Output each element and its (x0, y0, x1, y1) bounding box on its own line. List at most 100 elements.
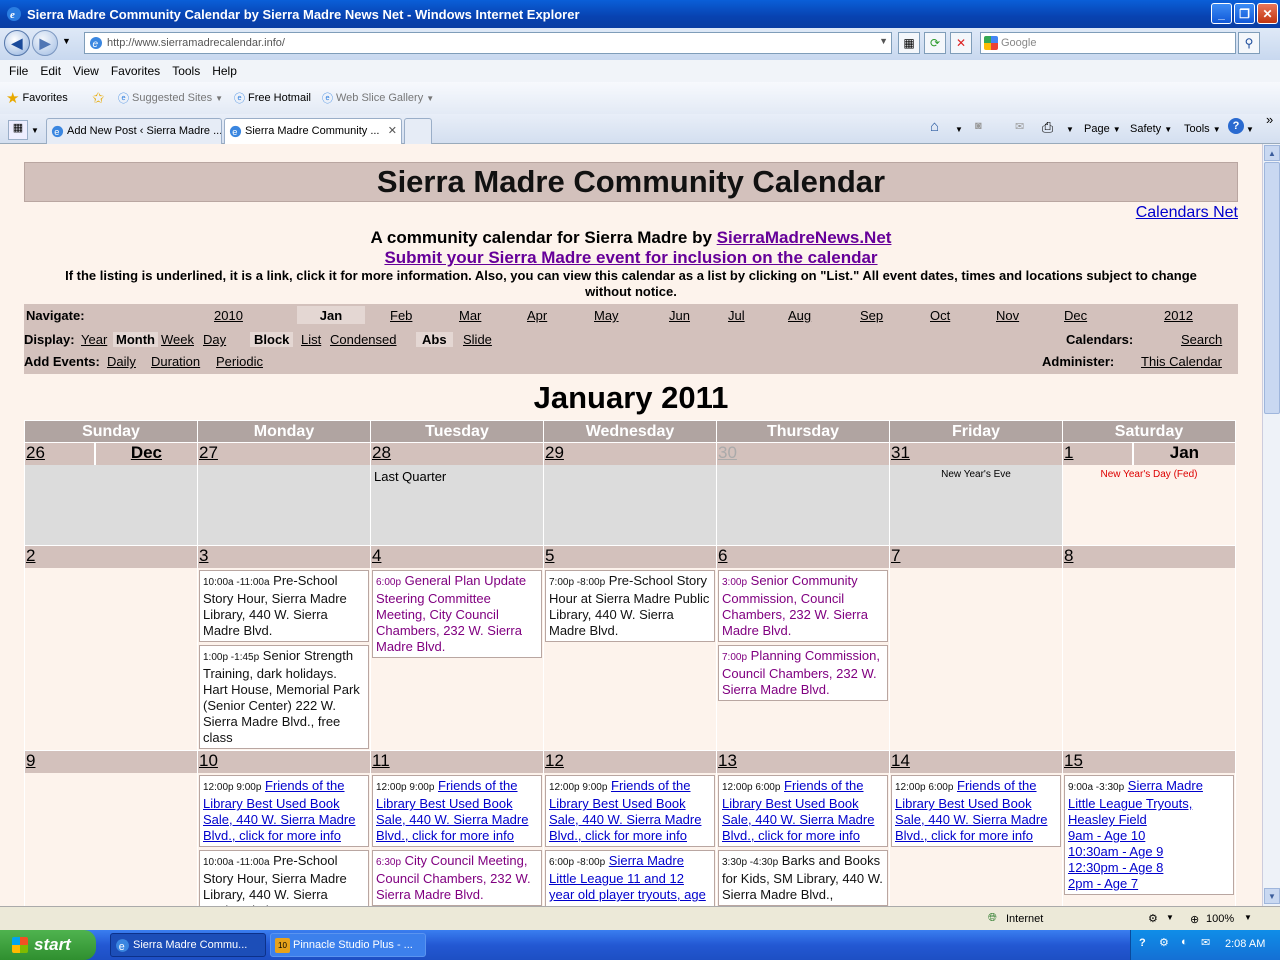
protected-mode-icon[interactable]: ⚙ (1148, 912, 1158, 925)
day-number-link[interactable]: 13 (718, 751, 737, 770)
year-prev-link[interactable]: 2010 (214, 308, 243, 323)
clock[interactable]: 2:08 AM (1225, 938, 1265, 950)
menu-view[interactable]: View (73, 64, 99, 78)
add-favorite-button[interactable]: ✩ (92, 89, 105, 107)
add-periodic-link[interactable]: Periodic (216, 354, 263, 369)
close-tab-icon[interactable]: ✕ (388, 124, 397, 137)
menu-help[interactable]: Help (212, 64, 237, 78)
stop-button[interactable]: ✕ (950, 32, 972, 54)
tools-menu[interactable]: Tools ▼ (1184, 123, 1221, 135)
tryout-age-link[interactable]: 2pm - Age 7 (1068, 876, 1138, 891)
month-may-link[interactable]: May (594, 308, 619, 323)
forward-button[interactable]: ▶ (32, 30, 58, 56)
menu-favorites[interactable]: Favorites (111, 64, 160, 78)
display-day-link[interactable]: Day (203, 332, 226, 347)
zoom-icon[interactable]: ⊕ (1190, 913, 1199, 926)
display-condensed-link[interactable]: Condensed (330, 332, 397, 347)
day-number-link[interactable]: 14 (891, 751, 910, 770)
address-dropdown-icon[interactable]: ▼ (879, 36, 888, 46)
month-jun-link[interactable]: Jun (669, 308, 690, 323)
tryout-age-link[interactable]: 12:30pm - Age 8 (1068, 860, 1163, 875)
month-oct-link[interactable]: Oct (930, 308, 950, 323)
month-jul-link[interactable]: Jul (728, 308, 745, 323)
display-list-link[interactable]: List (301, 332, 321, 347)
day-number-link[interactable]: 30 (718, 443, 737, 462)
help-icon[interactable]: ? (1228, 118, 1244, 134)
zoom-dropdown-icon[interactable]: ▼ (1244, 913, 1252, 922)
help-tray-icon[interactable]: ? (1139, 937, 1146, 949)
zoom-level[interactable]: 100% (1206, 913, 1234, 925)
day-number-link[interactable]: 7 (891, 546, 900, 565)
month-feb-link[interactable]: Feb (390, 308, 412, 323)
scroll-thumb[interactable] (1264, 162, 1280, 414)
day-number-link[interactable]: 11 (372, 751, 390, 770)
add-daily-link[interactable]: Daily (107, 354, 136, 369)
tryout-age-link[interactable]: 10:30am - Age 9 (1068, 844, 1163, 859)
menu-edit[interactable]: Edit (40, 64, 61, 78)
maximize-button[interactable]: ❐ (1234, 3, 1255, 24)
year-next-link[interactable]: 2012 (1164, 308, 1193, 323)
day-number-link[interactable]: 4 (372, 546, 381, 565)
submit-event-link[interactable]: Submit your Sierra Madre event for inclu… (384, 248, 877, 267)
address-bar[interactable]: e http://www.sierramadrecalendar.info/ ▼ (84, 32, 892, 54)
network-icon[interactable]: ⚙ (1159, 936, 1169, 949)
month-mar-link[interactable]: Mar (459, 308, 481, 323)
minimize-button[interactable]: _ (1211, 3, 1232, 24)
refresh-button[interactable]: ⟳ (924, 32, 946, 54)
calendars-net-link[interactable]: Calendars Net (1136, 204, 1238, 221)
tab-add-new-post[interactable]: e Add New Post ‹ Sierra Madre ... (46, 118, 222, 144)
print-icon[interactable]: ⎙ (1042, 119, 1053, 136)
dropdown-icon[interactable]: ▼ (1166, 913, 1174, 922)
day-number-link[interactable]: 8 (1064, 546, 1073, 565)
month-dec-label-link[interactable]: Dec (131, 443, 162, 462)
chevron-icon[interactable]: » (1266, 112, 1273, 127)
scroll-down-icon[interactable]: ▼ (1264, 888, 1280, 904)
month-apr-link[interactable]: Apr (527, 308, 547, 323)
taskbar-item-pinnacle[interactable]: 10 Pinnacle Studio Plus - ... (270, 933, 426, 957)
search-icon[interactable]: ⚲ (1238, 32, 1260, 54)
day-number-link[interactable]: 29 (545, 443, 564, 462)
day-number-link[interactable]: 10 (199, 751, 218, 770)
help-dropdown-icon[interactable]: ▼ (1246, 125, 1254, 134)
web-slice-link[interactable]: ⓔ Web Slice Gallery ▼ (322, 90, 434, 106)
print-dropdown-icon[interactable]: ▼ (1066, 125, 1074, 134)
taskbar-item-ie[interactable]: e Sierra Madre Commu... (110, 933, 266, 957)
message-icon[interactable]: ✉ (1201, 936, 1210, 949)
safety-menu[interactable]: Safety ▼ (1130, 123, 1172, 135)
search-box[interactable]: Google (980, 32, 1236, 54)
home-icon[interactable]: ⌂ (930, 118, 939, 135)
day-number-link[interactable]: 6 (718, 546, 727, 565)
favorites-button[interactable]: ★ Favorites (6, 89, 68, 107)
tab-list-dropdown-icon[interactable]: ▼ (31, 126, 39, 135)
suggested-sites-link[interactable]: ⓔ Suggested Sites ▼ (118, 90, 223, 106)
volume-icon[interactable]: ◐ (1181, 936, 1188, 948)
recent-pages-icon[interactable]: ▼ (62, 36, 71, 46)
start-button[interactable]: start (0, 930, 96, 960)
display-year-link[interactable]: Year (81, 332, 107, 347)
home-dropdown-icon[interactable]: ▼ (955, 125, 963, 134)
day-number-link[interactable]: 15 (1064, 751, 1083, 770)
menu-tools[interactable]: Tools (172, 64, 200, 78)
sierramadrenews-link[interactable]: SierraMadreNews.Net (717, 228, 892, 247)
day-number-link[interactable]: 12 (545, 751, 564, 770)
day-number-link[interactable]: 31 (891, 443, 910, 462)
scroll-up-icon[interactable]: ▲ (1264, 145, 1280, 161)
new-tab-button[interactable] (404, 118, 432, 144)
month-aug-link[interactable]: Aug (788, 308, 811, 323)
day-number-link[interactable]: 28 (372, 443, 391, 462)
compat-view-button[interactable]: ▦ (898, 32, 920, 54)
month-dec-link[interactable]: Dec (1064, 308, 1087, 323)
vertical-scrollbar[interactable]: ▲ ▼ (1262, 144, 1280, 906)
page-menu[interactable]: Page ▼ (1084, 123, 1121, 135)
day-number-link[interactable]: 2 (26, 546, 35, 565)
day-number-link[interactable]: 27 (199, 443, 218, 462)
day-number-link[interactable]: 9 (26, 751, 35, 770)
day-number-link[interactable]: 5 (545, 546, 554, 565)
back-button[interactable]: ◀ (4, 30, 30, 56)
month-sep-link[interactable]: Sep (860, 308, 883, 323)
free-hotmail-link[interactable]: ⓔ Free Hotmail (234, 90, 311, 106)
menu-file[interactable]: File (9, 64, 28, 78)
this-calendar-link[interactable]: This Calendar (1141, 354, 1222, 369)
display-slide-link[interactable]: Slide (463, 332, 492, 347)
day-number-link[interactable]: 1 (1064, 443, 1073, 462)
